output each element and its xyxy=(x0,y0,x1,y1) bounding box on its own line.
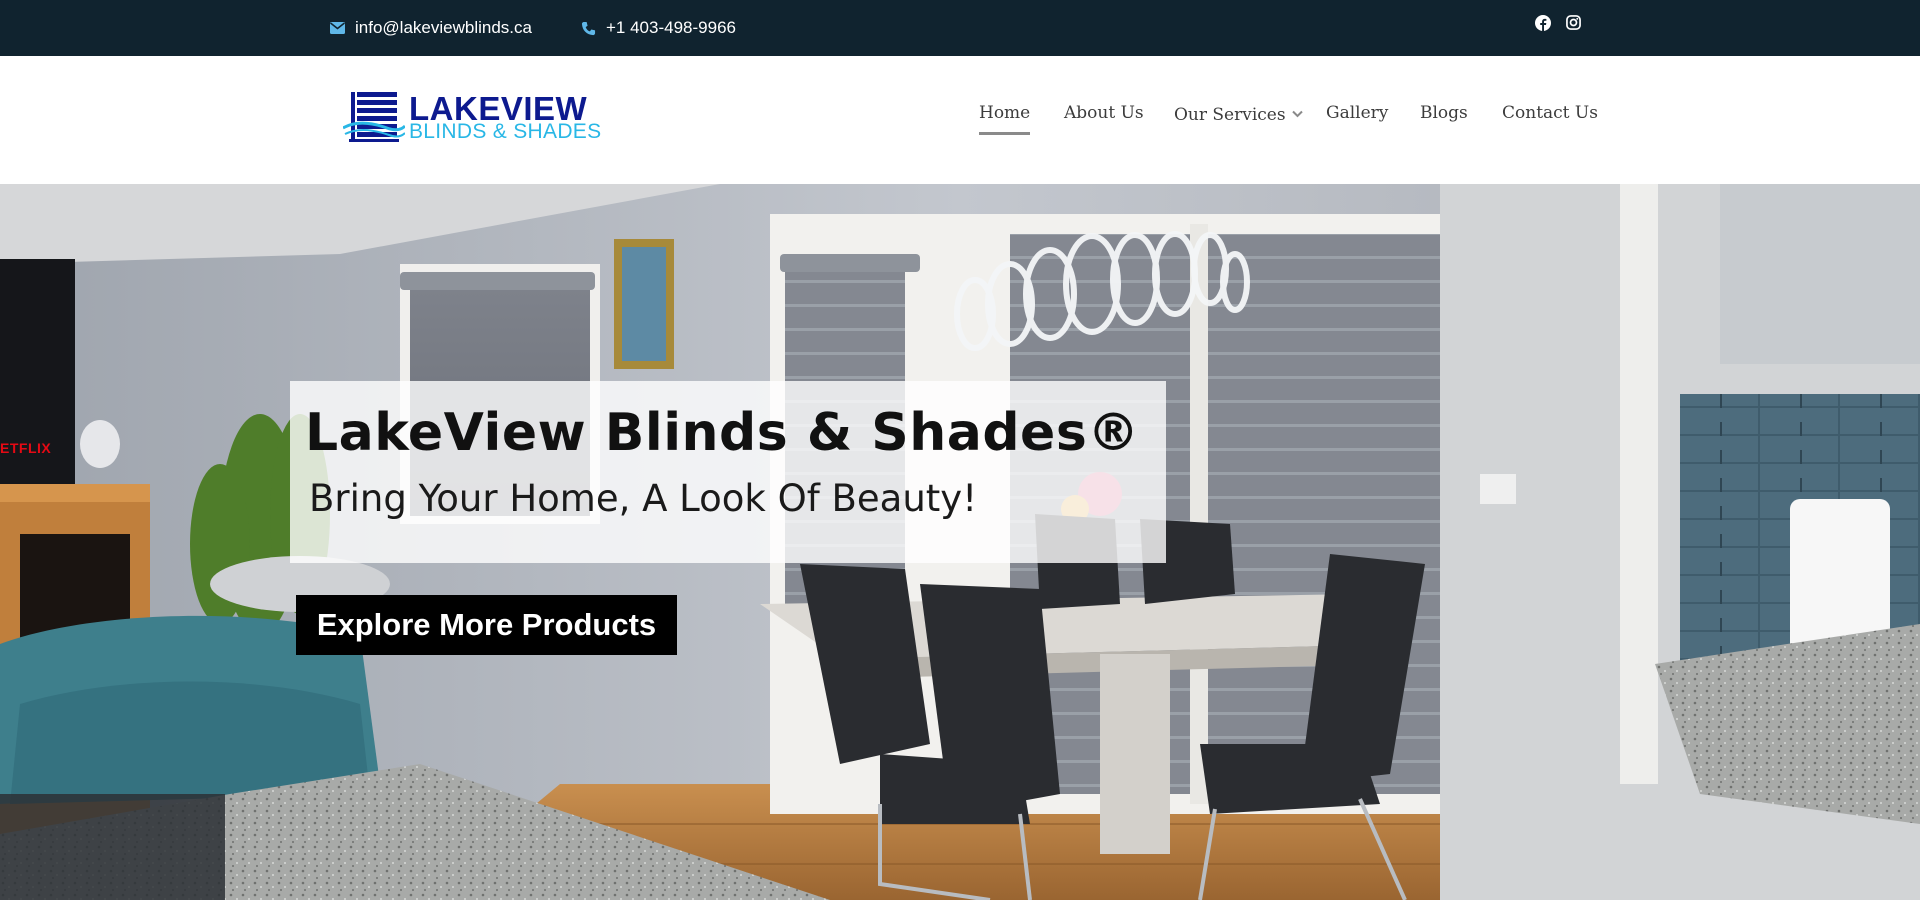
nav-home[interactable]: Home xyxy=(979,103,1031,135)
nav-our-services-label[interactable]: Our Services xyxy=(1174,105,1286,125)
chevron-down-icon[interactable] xyxy=(1291,103,1303,123)
explore-products-button[interactable]: Explore More Products xyxy=(296,595,677,655)
envelope-icon xyxy=(330,22,345,34)
blinds-logo-icon xyxy=(343,92,405,142)
hero-title: LakeView Blinds & Shades® xyxy=(305,403,1140,463)
phone-link[interactable]: +1 403-498-9966 xyxy=(581,0,736,56)
email-text[interactable]: info@lakeviewblinds.ca xyxy=(355,18,532,38)
nav-gallery[interactable]: Gallery xyxy=(1326,103,1388,123)
hero-text-card: LakeView Blinds & Shades® Bring Your Hom… xyxy=(290,381,1166,563)
tv-brand-logo: ETFLIX xyxy=(0,440,52,456)
hero-section: ETFLIX LakeView Blinds & Shades® Bring Y… xyxy=(0,184,1920,900)
nav-blogs[interactable]: Blogs xyxy=(1420,103,1468,123)
nav-contact-us[interactable]: Contact Us xyxy=(1502,103,1598,123)
nav-about-us[interactable]: About Us xyxy=(1064,103,1144,123)
nav-our-services[interactable]: Our Services xyxy=(1174,103,1303,125)
phone-text[interactable]: +1 403-498-9966 xyxy=(606,18,736,38)
email-link[interactable]: info@lakeviewblinds.ca xyxy=(330,0,532,56)
top-contact-bar: info@lakeviewblinds.ca +1 403-498-9966 xyxy=(0,0,1920,56)
logo-wordmark-secondary: BLINDS & SHADES xyxy=(409,120,602,143)
phone-icon xyxy=(581,21,596,36)
site-header: LAKEVIEW BLINDS & SHADES Home About Us O… xyxy=(0,56,1920,184)
facebook-icon[interactable] xyxy=(1535,15,1551,31)
hero-subtitle: Bring Your Home, A Look Of Beauty! xyxy=(309,477,978,520)
site-logo[interactable]: LAKEVIEW BLINDS & SHADES xyxy=(343,90,608,146)
instagram-icon[interactable] xyxy=(1566,15,1582,31)
